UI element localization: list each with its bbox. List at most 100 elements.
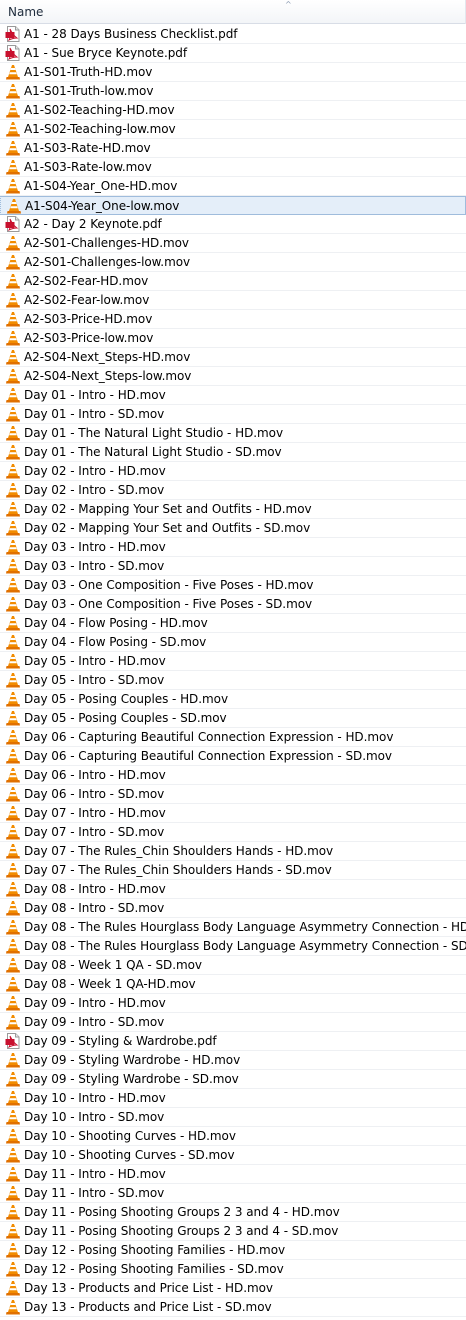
vlc-cone-icon <box>5 1052 21 1068</box>
file-row[interactable]: Day 13 - Products and Price List - HD.mo… <box>0 1279 466 1298</box>
file-row[interactable]: Day 06 - Intro - SD.mov <box>0 785 466 804</box>
vlc-cone-icon <box>5 501 21 517</box>
file-row[interactable]: Day 07 - The Rules_Chin Shoulders Hands … <box>0 842 466 861</box>
file-row[interactable]: Day 03 - Intro - HD.mov <box>0 538 466 557</box>
file-name: A1 - 28 Days Business Checklist.pdf <box>24 27 238 41</box>
file-row[interactable]: Day 10 - Intro - HD.mov <box>0 1089 466 1108</box>
file-row[interactable]: A2-S04-Next_Steps-HD.mov <box>0 348 466 367</box>
file-row[interactable]: Day 08 - Intro - HD.mov <box>0 880 466 899</box>
file-name: Day 03 - One Composition - Five Poses - … <box>24 597 313 611</box>
vlc-cone-icon <box>5 349 21 365</box>
file-row[interactable]: Day 03 - One Composition - Five Poses - … <box>0 595 466 614</box>
column-header-name[interactable]: Name ^ <box>0 0 466 24</box>
file-name: Day 08 - The Rules Hourglass Body Langua… <box>24 939 466 953</box>
file-row[interactable]: A1-S03-Rate-low.mov <box>0 158 466 177</box>
file-row[interactable]: A2-S01-Challenges-HD.mov <box>0 234 466 253</box>
file-row[interactable]: Day 02 - Mapping Your Set and Outfits - … <box>0 500 466 519</box>
vlc-cone-icon <box>5 1280 21 1296</box>
file-name: Day 01 - The Natural Light Studio - HD.m… <box>24 426 284 440</box>
file-name: A2-S01-Challenges-HD.mov <box>24 236 189 250</box>
vlc-cone-icon <box>5 634 21 650</box>
file-row[interactable]: Day 08 - Week 1 QA - SD.mov <box>0 956 466 975</box>
file-row[interactable]: A2-S01-Challenges-low.mov <box>0 253 466 272</box>
file-row[interactable]: Day 03 - One Composition - Five Poses - … <box>0 576 466 595</box>
file-row[interactable]: A1-S04-Year_One-low.mov <box>0 196 466 215</box>
file-row[interactable]: Day 09 - Styling Wardrobe - HD.mov <box>0 1051 466 1070</box>
file-row[interactable]: Day 10 - Shooting Curves - HD.mov <box>0 1127 466 1146</box>
file-row[interactable]: A1-S01-Truth-low.mov <box>0 82 466 101</box>
file-row[interactable]: A2-S02-Fear-low.mov <box>0 291 466 310</box>
file-row[interactable]: Day 07 - The Rules_Chin Shoulders Hands … <box>0 861 466 880</box>
file-row[interactable]: Day 04 - Flow Posing - HD.mov <box>0 614 466 633</box>
file-name: A2 - Day 2 Keynote.pdf <box>24 217 162 231</box>
file-row[interactable]: Day 06 - Intro - HD.mov <box>0 766 466 785</box>
file-row[interactable]: Day 05 - Intro - HD.mov <box>0 652 466 671</box>
file-row[interactable]: A1-S03-Rate-HD.mov <box>0 139 466 158</box>
file-row[interactable]: Day 11 - Intro - HD.mov <box>0 1165 466 1184</box>
file-row[interactable]: Day 08 - Week 1 QA-HD.mov <box>0 975 466 994</box>
file-row[interactable]: A1 - Sue Bryce Keynote.pdf <box>0 44 466 63</box>
file-name: Day 03 - Intro - HD.mov <box>24 540 166 554</box>
file-row[interactable]: A2 - Day 2 Keynote.pdf <box>0 215 466 234</box>
file-row[interactable]: Day 08 - Intro - SD.mov <box>0 899 466 918</box>
file-name: Day 08 - Week 1 QA - SD.mov <box>24 958 202 972</box>
file-row[interactable]: Day 06 - Capturing Beautiful Connection … <box>0 728 466 747</box>
file-name: A1-S02-Teaching-low.mov <box>24 122 176 136</box>
vlc-cone-icon <box>5 311 21 327</box>
file-row[interactable]: Day 08 - The Rules Hourglass Body Langua… <box>0 918 466 937</box>
file-name: A2-S04-Next_Steps-HD.mov <box>24 350 191 364</box>
file-row[interactable]: Day 12 - Posing Shooting Families - SD.m… <box>0 1260 466 1279</box>
file-row[interactable]: Day 02 - Intro - SD.mov <box>0 481 466 500</box>
file-row[interactable]: Day 01 - The Natural Light Studio - SD.m… <box>0 443 466 462</box>
file-name: Day 06 - Intro - HD.mov <box>24 768 166 782</box>
vlc-cone-icon <box>5 843 21 859</box>
file-row[interactable]: A2-S02-Fear-HD.mov <box>0 272 466 291</box>
file-row[interactable]: A1-S04-Year_One-HD.mov <box>0 177 466 196</box>
file-row[interactable]: Day 01 - Intro - HD.mov <box>0 386 466 405</box>
file-row[interactable]: Day 01 - The Natural Light Studio - HD.m… <box>0 424 466 443</box>
file-row[interactable]: Day 11 - Intro - SD.mov <box>0 1184 466 1203</box>
file-row[interactable]: Day 06 - Capturing Beautiful Connection … <box>0 747 466 766</box>
file-row[interactable]: A1-S02-Teaching-low.mov <box>0 120 466 139</box>
file-row[interactable]: Day 09 - Styling Wardrobe - SD.mov <box>0 1070 466 1089</box>
file-row[interactable]: Day 09 - Intro - SD.mov <box>0 1013 466 1032</box>
file-row[interactable]: A1-S01-Truth-HD.mov <box>0 63 466 82</box>
file-row[interactable]: Day 05 - Intro - SD.mov <box>0 671 466 690</box>
file-name: Day 07 - Intro - SD.mov <box>24 825 165 839</box>
file-row[interactable]: A2-S04-Next_Steps-low.mov <box>0 367 466 386</box>
file-row[interactable]: Day 04 - Flow Posing - SD.mov <box>0 633 466 652</box>
file-row[interactable]: A1 - 28 Days Business Checklist.pdf <box>0 25 466 44</box>
file-row[interactable]: Day 11 - Posing Shooting Groups 2 3 and … <box>0 1222 466 1241</box>
file-row[interactable]: Day 13 - Products and Price List - SD.mo… <box>0 1298 466 1317</box>
vlc-cone-icon <box>5 140 21 156</box>
file-row[interactable]: Day 05 - Posing Couples - SD.mov <box>0 709 466 728</box>
file-row[interactable]: Day 07 - Intro - HD.mov <box>0 804 466 823</box>
vlc-cone-icon <box>6 198 22 214</box>
file-name: Day 11 - Posing Shooting Groups 2 3 and … <box>24 1224 339 1238</box>
file-row[interactable]: A1-S02-Teaching-HD.mov <box>0 101 466 120</box>
file-row[interactable]: Day 08 - The Rules Hourglass Body Langua… <box>0 937 466 956</box>
file-row[interactable]: Day 02 - Intro - HD.mov <box>0 462 466 481</box>
vlc-cone-icon <box>5 1014 21 1030</box>
file-row[interactable]: Day 09 - Styling & Wardrobe.pdf <box>0 1032 466 1051</box>
file-row[interactable]: Day 01 - Intro - SD.mov <box>0 405 466 424</box>
file-name: Day 08 - The Rules Hourglass Body Langua… <box>24 920 466 934</box>
file-row[interactable]: Day 03 - Intro - SD.mov <box>0 557 466 576</box>
file-row[interactable]: Day 11 - Posing Shooting Groups 2 3 and … <box>0 1203 466 1222</box>
file-row[interactable]: A2-S03-Price-HD.mov <box>0 310 466 329</box>
file-row[interactable]: Day 05 - Posing Couples - HD.mov <box>0 690 466 709</box>
file-row[interactable]: A2-S03-Price-low.mov <box>0 329 466 348</box>
vlc-cone-icon <box>5 995 21 1011</box>
vlc-cone-icon <box>5 710 21 726</box>
file-row[interactable]: Day 09 - Intro - HD.mov <box>0 994 466 1013</box>
file-row[interactable]: Day 07 - Intro - SD.mov <box>0 823 466 842</box>
file-name: Day 02 - Intro - HD.mov <box>24 464 166 478</box>
vlc-cone-icon <box>5 558 21 574</box>
file-name: A1-S04-Year_One-HD.mov <box>24 179 178 193</box>
vlc-cone-icon <box>5 672 21 688</box>
file-row[interactable]: Day 12 - Posing Shooting Families - HD.m… <box>0 1241 466 1260</box>
file-row[interactable]: Day 10 - Shooting Curves - SD.mov <box>0 1146 466 1165</box>
file-row[interactable]: Day 02 - Mapping Your Set and Outfits - … <box>0 519 466 538</box>
vlc-cone-icon <box>5 1261 21 1277</box>
file-row[interactable]: Day 10 - Intro - SD.mov <box>0 1108 466 1127</box>
